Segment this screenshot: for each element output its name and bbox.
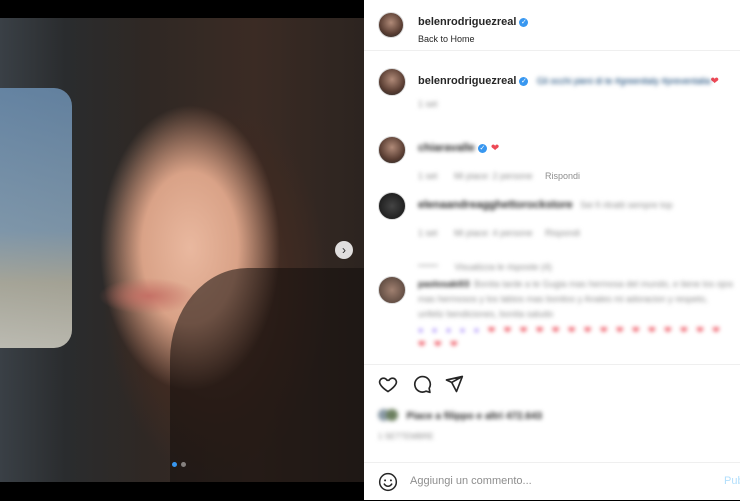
comment-avatar[interactable]	[378, 276, 406, 304]
comment-likes[interactable]: Mi piace: 4 persone	[454, 228, 533, 238]
comment-text: Sei fi ritratti sempre top	[580, 200, 673, 210]
comment-username[interactable]: chiaravalle	[418, 142, 475, 154]
carousel-dot-2[interactable]	[181, 462, 186, 467]
likes-summary[interactable]: Piace a filippo e altri 472.643	[378, 406, 728, 424]
caption-avatar[interactable]	[378, 68, 406, 96]
replies-line	[418, 265, 438, 267]
comment-time: 1 set	[418, 228, 438, 238]
comment-avatar[interactable]	[378, 136, 406, 164]
comment-username[interactable]: paolosaki03	[418, 279, 470, 289]
heart-emoji: ❤	[710, 76, 719, 87]
comment-avatar[interactable]	[378, 192, 406, 220]
comment-input[interactable]: Aggiungi un commento...	[410, 475, 532, 487]
action-bar	[364, 364, 740, 399]
car-window	[0, 88, 72, 348]
caption-text: Gli occhi pieni di te #greenitaly #preve…	[536, 76, 711, 86]
comment-icon[interactable]	[412, 374, 432, 394]
comment-1: chiaravalle ✓ ❤ 1 set Mi piace: 2 persone …	[418, 138, 718, 184]
emoji-row: ● ● ● ● ● ❤ ❤ ❤ ❤ ❤ ❤ ❤ ❤ ❤ ❤ ❤ ❤ ❤ ❤ ❤ …	[418, 325, 723, 349]
comment-likes[interactable]: Mi piace: 2 persone	[454, 171, 533, 181]
verified-badge-icon: ✓	[519, 18, 529, 27]
smile-icon[interactable]	[378, 472, 398, 492]
heart-icon[interactable]	[378, 374, 398, 394]
liker-avatar	[386, 408, 398, 421]
carousel-next-button[interactable]: ›	[335, 241, 353, 259]
comment-time: 1 set	[418, 171, 438, 181]
heart-emoji: ❤	[490, 143, 500, 154]
verified-badge-icon: ✓	[519, 77, 529, 86]
post-viewer: › belenrodriguezreal ✓ Back to Home belen…	[0, 0, 740, 500]
comment-2: elenaandreagghettorockstore Sei fi ritra…	[418, 195, 728, 275]
comment-username[interactable]: elenaandreagghettorockstore	[418, 199, 573, 211]
reply-button[interactable]: Rispondi	[545, 228, 580, 238]
header-username[interactable]: belenrodriguezreal	[418, 16, 516, 28]
post-header: belenrodriguezreal ✓ Back to Home	[364, 0, 740, 51]
caption-time: 1 set	[418, 99, 438, 109]
post-photo	[0, 18, 364, 482]
send-icon[interactable]	[444, 374, 464, 394]
chevron-right-icon: ›	[342, 243, 346, 257]
post-button[interactable]: Pub	[724, 475, 740, 487]
verified-badge-icon: ✓	[477, 144, 487, 153]
add-comment-bar: Aggiungi un commento... Pub	[364, 462, 740, 501]
view-replies-button[interactable]: Visualizza le risposte (4)	[454, 262, 551, 272]
likes-text[interactable]: Piace a filippo e altri 472.643	[406, 411, 542, 422]
header-subtitle[interactable]: Back to Home	[418, 34, 528, 44]
avatar[interactable]	[378, 12, 404, 38]
post-date: 1 SETTEMBRE	[378, 432, 434, 441]
comment-3: paolosaki03 Bonita tarde a te Gugia mas …	[418, 276, 734, 351]
carousel-dots	[172, 462, 186, 467]
photo-shadow	[170, 268, 364, 482]
caption-username[interactable]: belenrodriguezreal	[418, 75, 516, 87]
post-panel: belenrodriguezreal ✓ Back to Home belenro…	[364, 0, 740, 500]
post-media: ›	[0, 0, 364, 500]
reply-button[interactable]: Rispondi	[545, 171, 580, 181]
carousel-dot-1[interactable]	[172, 462, 177, 467]
